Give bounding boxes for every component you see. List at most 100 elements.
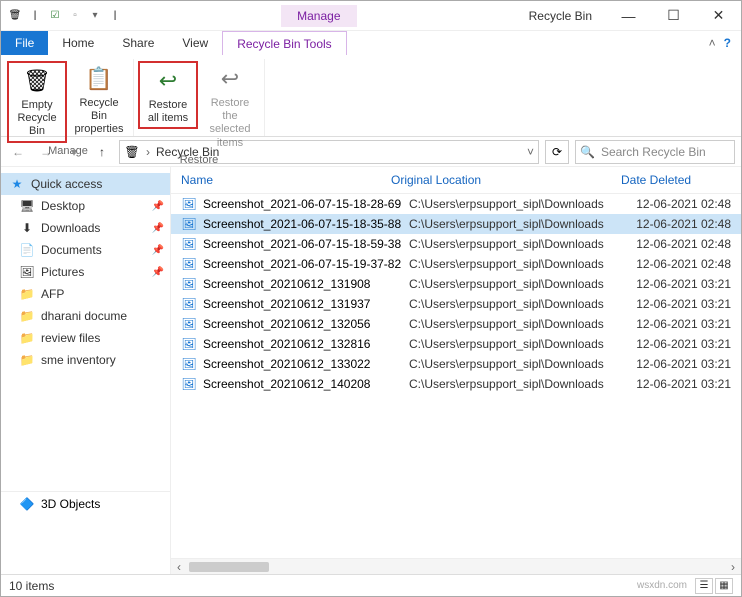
file-row[interactable]: 🖼 Screenshot_2021-06-07-15-18-35-88 C:\U…: [171, 214, 741, 234]
restore-selected-button[interactable]: ↩ Restore the selected items: [200, 61, 260, 152]
3d-objects-icon: 🔷: [19, 496, 35, 512]
col-header-location[interactable]: Original Location: [391, 173, 621, 187]
tab-view[interactable]: View: [168, 31, 222, 55]
file-row[interactable]: 🖼 Screenshot_2021-06-07-15-18-59-38 C:\U…: [171, 234, 741, 254]
content-area: ★ Quick access 🖥 Desktop 📌⬇ Downloads 📌📄…: [1, 167, 741, 574]
horizontal-scrollbar[interactable]: ‹ ›: [171, 558, 741, 574]
col-header-date-deleted[interactable]: Date Deleted: [621, 173, 731, 187]
file-row[interactable]: 🖼 Screenshot_20210612_131937 C:\Users\er…: [171, 294, 741, 314]
ribbon-collapse-icon[interactable]: ˄: [709, 36, 716, 50]
pin-icon: 📌: [152, 267, 164, 278]
help-icon[interactable]: ?: [724, 36, 731, 50]
file-date-deleted: 12-06-2021 02:48: [621, 237, 731, 251]
file-date-deleted: 12-06-2021 03:21: [621, 337, 731, 351]
ribbon-tabs: File Home Share View Recycle Bin Tools ˄…: [1, 31, 741, 55]
pin-icon: 📌: [152, 245, 164, 256]
sidebar-item[interactable]: 📁 review files: [1, 327, 170, 349]
qat-properties-icon[interactable]: ▫: [67, 8, 83, 24]
sidebar-item[interactable]: ⬇ Downloads 📌: [1, 217, 170, 239]
icons-view-button[interactable]: ▦: [715, 578, 733, 594]
sidebar-item[interactable]: 📁 sme inventory: [1, 349, 170, 371]
folder-icon: 📁: [19, 330, 35, 346]
column-headers: Name Original Location Date Deleted: [171, 167, 741, 194]
sidebar-3d-objects[interactable]: 🔷 3D Objects: [1, 491, 170, 516]
nav-forward-button[interactable]: →: [35, 141, 57, 163]
file-location: C:\Users\erpsupport_sipl\Downloads: [409, 377, 615, 391]
file-row[interactable]: 🖼 Screenshot_20210612_132056 C:\Users\er…: [171, 314, 741, 334]
sidebar-item-label: dharani docume: [41, 309, 127, 323]
empty-recycle-bin-button[interactable]: 🗑 Empty Recycle Bin: [7, 61, 67, 143]
breadcrumb-chevron-icon[interactable]: ›: [146, 145, 150, 159]
file-row[interactable]: 🖼 Screenshot_20210612_140208 C:\Users\er…: [171, 374, 741, 394]
sidebar-item[interactable]: 🖼 Pictures 📌: [1, 261, 170, 283]
file-date-deleted: 12-06-2021 02:48: [621, 197, 731, 211]
pin-icon: 📌: [152, 201, 164, 212]
sidebar-item-label: review files: [41, 331, 100, 345]
file-location: C:\Users\erpsupport_sipl\Downloads: [409, 357, 615, 371]
restore-selected-icon: ↩: [214, 63, 246, 95]
file-date-deleted: 12-06-2021 03:21: [621, 357, 731, 371]
recycle-bin-icon[interactable]: 🗑: [7, 8, 23, 24]
address-bar: ← → ▾ ↑ 🗑 › Recycle Bin ˅ ⟳ 🔍 Search Rec…: [1, 137, 741, 167]
qat-dropdown-icon[interactable]: ▾: [87, 8, 103, 24]
file-date-deleted: 12-06-2021 02:48: [621, 217, 731, 231]
details-view-button[interactable]: ☰: [695, 578, 713, 594]
file-name: Screenshot_20210612_131908: [203, 277, 403, 291]
address-box[interactable]: 🗑 › Recycle Bin ˅: [119, 140, 539, 164]
sidebar-item[interactable]: 📁 dharani docume: [1, 305, 170, 327]
folder-icon: 🖼: [19, 264, 35, 280]
file-row[interactable]: 🖼 Screenshot_2021-06-07-15-18-28-69 C:\U…: [171, 194, 741, 214]
status-bar: 10 items wsxdn.com ☰ ▦: [1, 574, 741, 596]
sidebar-item-label: AFP: [41, 287, 64, 301]
sidebar-item[interactable]: 📁 AFP: [1, 283, 170, 305]
help-area: ˄ ?: [709, 31, 741, 55]
quick-access-toolbar: 🗑 | ☑ ▫ ▾ |: [1, 8, 123, 24]
file-row[interactable]: 🖼 Screenshot_20210612_132816 C:\Users\er…: [171, 334, 741, 354]
scroll-left-icon[interactable]: ‹: [171, 560, 187, 574]
ribbon-group-manage: 🗑 Empty Recycle Bin 📋 Recycle Bin proper…: [3, 59, 134, 136]
file-rows: 🖼 Screenshot_2021-06-07-15-18-28-69 C:\U…: [171, 194, 741, 558]
tab-home[interactable]: Home: [48, 31, 108, 55]
file-date-deleted: 12-06-2021 03:21: [621, 317, 731, 331]
tab-recycle-bin-tools[interactable]: Recycle Bin Tools: [222, 31, 347, 55]
tab-file[interactable]: File: [1, 31, 48, 55]
col-header-name[interactable]: Name: [181, 173, 391, 187]
file-location: C:\Users\erpsupport_sipl\Downloads: [409, 217, 615, 231]
sidebar-item[interactable]: 🖥 Desktop 📌: [1, 195, 170, 217]
qat-checkbox-icon[interactable]: ☑: [47, 8, 63, 24]
folder-icon: ⬇: [19, 220, 35, 236]
nav-back-button[interactable]: ←: [7, 141, 29, 163]
sidebar-item-label: Downloads: [41, 221, 100, 235]
scroll-thumb[interactable]: [189, 562, 269, 572]
file-location: C:\Users\erpsupport_sipl\Downloads: [409, 317, 615, 331]
file-location: C:\Users\erpsupport_sipl\Downloads: [409, 277, 615, 291]
sidebar-label: Quick access: [31, 177, 102, 191]
address-dropdown-icon[interactable]: ˅: [527, 145, 534, 159]
minimize-button[interactable]: —: [606, 1, 651, 31]
file-location: C:\Users\erpsupport_sipl\Downloads: [409, 297, 615, 311]
recycle-bin-properties-button[interactable]: 📋 Recycle Bin properties: [69, 61, 129, 139]
file-date-deleted: 12-06-2021 02:48: [621, 257, 731, 271]
close-button[interactable]: ✕: [696, 1, 741, 31]
watermark: wsxdn.com: [637, 580, 687, 591]
file-row[interactable]: 🖼 Screenshot_2021-06-07-15-19-37-82 C:\U…: [171, 254, 741, 274]
maximize-button[interactable]: ☐: [651, 1, 696, 31]
sidebar-quick-access[interactable]: ★ Quick access: [1, 173, 170, 195]
tab-share[interactable]: Share: [108, 31, 168, 55]
search-box[interactable]: 🔍 Search Recycle Bin: [575, 140, 735, 164]
scroll-right-icon[interactable]: ›: [725, 560, 741, 574]
nav-up-button[interactable]: ↑: [91, 141, 113, 163]
file-row[interactable]: 🖼 Screenshot_20210612_133022 C:\Users\er…: [171, 354, 741, 374]
file-location: C:\Users\erpsupport_sipl\Downloads: [409, 237, 615, 251]
nav-recent-button[interactable]: ▾: [63, 141, 85, 163]
file-row[interactable]: 🖼 Screenshot_20210612_131908 C:\Users\er…: [171, 274, 741, 294]
sidebar-item-label: Desktop: [41, 199, 85, 213]
file-list-pane: Name Original Location Date Deleted 🖼 Sc…: [171, 167, 741, 574]
ribbon-group-restore: ↩ Restore all items ↩ Restore the select…: [134, 59, 265, 136]
image-file-icon: 🖼: [181, 236, 197, 252]
context-tab-manage[interactable]: Manage: [281, 5, 356, 27]
restore-all-button[interactable]: ↩ Restore all items: [138, 61, 198, 129]
refresh-button[interactable]: ⟳: [545, 140, 569, 164]
sidebar-item[interactable]: 📄 Documents 📌: [1, 239, 170, 261]
qat-separator: |: [107, 8, 123, 24]
